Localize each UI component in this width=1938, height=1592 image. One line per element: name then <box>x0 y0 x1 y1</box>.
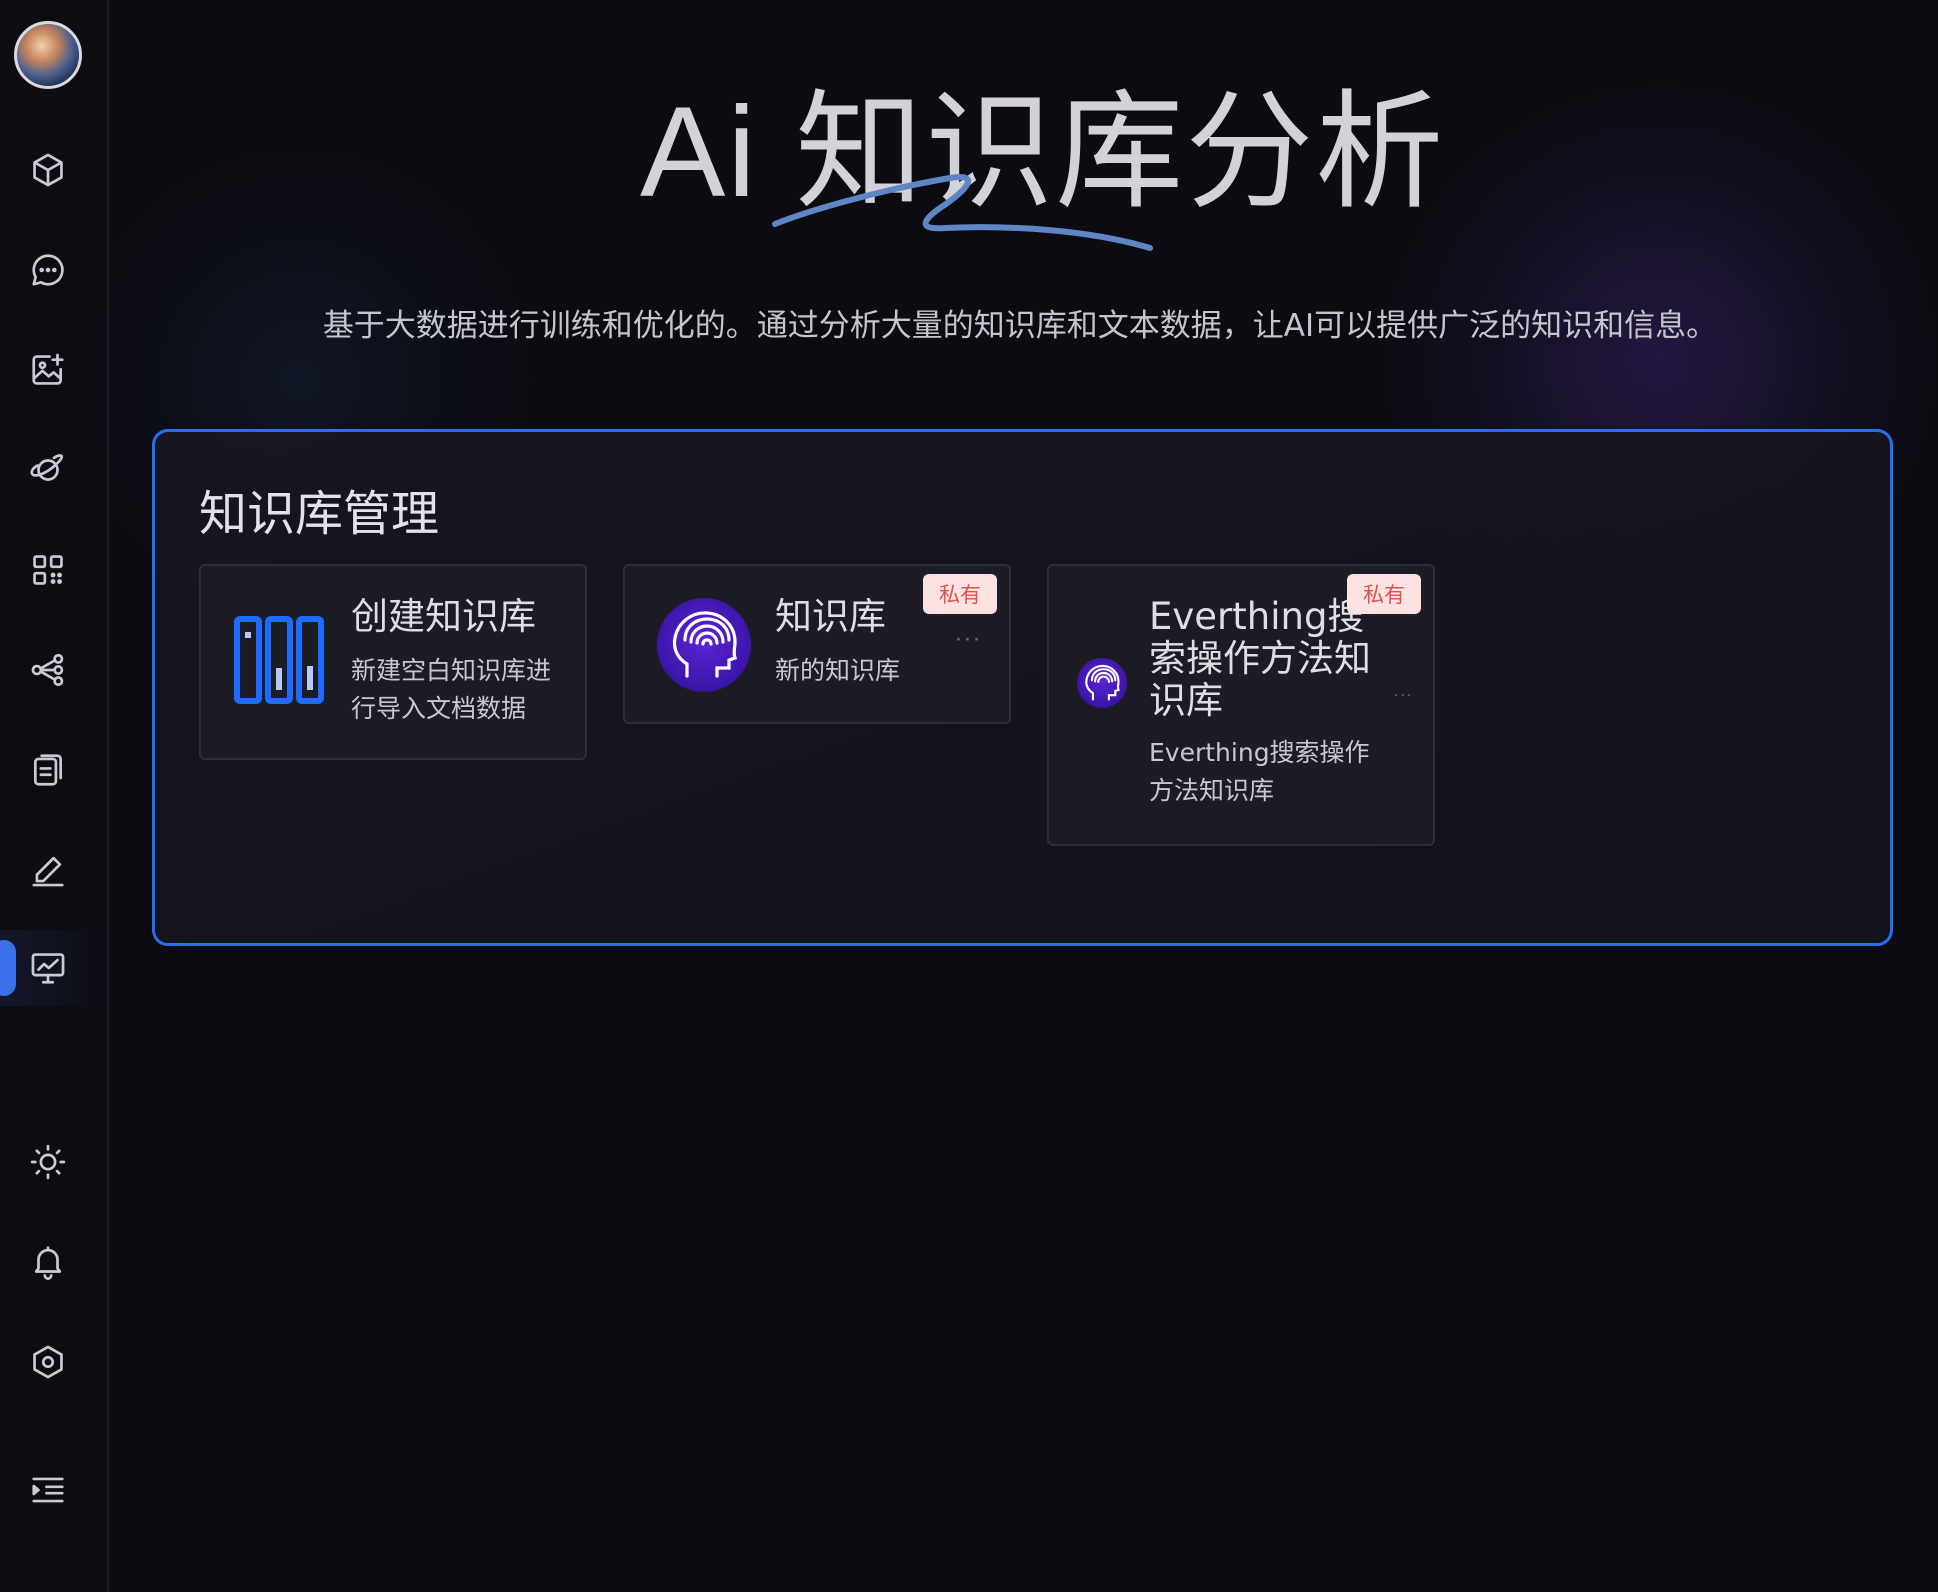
private-badge: 私有 <box>1347 574 1421 614</box>
library-books-icon <box>234 616 324 704</box>
bell-icon <box>34 1246 62 1280</box>
document-icon <box>33 754 63 786</box>
sidebar-item-apps[interactable] <box>20 542 76 598</box>
cube-icon <box>33 153 63 187</box>
brain-head-icon <box>657 598 751 692</box>
planet-icon <box>30 454 64 481</box>
sidebar-item-chat[interactable] <box>20 242 76 298</box>
sun-icon <box>30 1144 66 1180</box>
brain-head-icon <box>1077 658 1127 708</box>
card-title: 创建知识库 <box>351 595 536 638</box>
sidebar <box>0 0 109 1592</box>
card-description: 新的知识库 <box>775 656 901 685</box>
knowledge-base-card[interactable]: 知识库 新的知识库 私有 ··· <box>623 564 1011 724</box>
sidebar-item-documents[interactable] <box>20 742 76 798</box>
avatar[interactable] <box>14 21 82 89</box>
sidebar-item-notifications[interactable] <box>20 1234 76 1290</box>
sidebar-item-image[interactable] <box>20 342 76 398</box>
knowledge-base-card[interactable]: Everthing搜索操作方法知识库 Everthing搜索操作方法知识库 私有… <box>1047 564 1435 846</box>
image-add-icon <box>32 353 64 385</box>
settings-hex-icon <box>33 1345 63 1379</box>
collapse-menu-icon <box>32 1477 64 1503</box>
sidebar-item-workflow[interactable] <box>20 642 76 698</box>
sidebar-item-models[interactable] <box>20 142 76 198</box>
card-description: 新建空白知识库进行导入文档数据 <box>351 656 552 723</box>
sidebar-item-explore[interactable] <box>20 442 76 498</box>
more-options-button[interactable]: ··· <box>1394 688 1413 704</box>
monitor-chart-icon <box>31 953 65 984</box>
share-nodes-icon <box>31 653 64 687</box>
card-description: Everthing搜索操作方法知识库 <box>1149 738 1370 805</box>
knowledge-base-panel: 知识库管理 创建知识库 新建空白知识库进行导入文档数据 知识库 新的知识库 私有… <box>152 429 1893 946</box>
title-underline-decoration <box>772 174 1153 251</box>
nav-active-indicator <box>0 940 16 996</box>
create-knowledge-base-card[interactable]: 创建知识库 新建空白知识库进行导入文档数据 <box>199 564 587 760</box>
more-options-button[interactable]: ··· <box>955 628 982 653</box>
chat-bubble-icon <box>32 254 64 286</box>
sidebar-item-knowledge-analysis[interactable] <box>20 940 76 996</box>
sidebar-item-settings[interactable] <box>20 1334 76 1390</box>
sidebar-item-theme[interactable] <box>20 1134 76 1190</box>
sidebar-item-write[interactable] <box>20 842 76 898</box>
apps-grid-icon <box>33 555 63 585</box>
edit-pen-icon <box>32 856 64 887</box>
private-badge: 私有 <box>923 574 997 614</box>
page-subtitle: 基于大数据进行训练和优化的。通过分析大量的知识库和文本数据，让AI可以提供广泛的… <box>322 308 1718 344</box>
card-title: 知识库 <box>775 595 886 638</box>
card-title: Everthing搜索操作方法知识库 <box>1149 595 1371 722</box>
sidebar-collapse-toggle[interactable] <box>20 1462 76 1518</box>
panel-title: 知识库管理 <box>199 486 440 542</box>
